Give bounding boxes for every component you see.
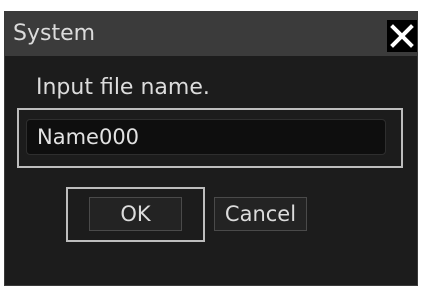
cancel-button[interactable]: Cancel	[214, 197, 307, 231]
dialog-titlebar: System	[5, 12, 417, 56]
input-prompt-label: Input file name.	[36, 75, 210, 100]
file-name-input[interactable]	[26, 119, 386, 155]
ok-button[interactable]: OK	[89, 197, 182, 231]
close-x-icon	[390, 24, 414, 48]
close-button[interactable]	[387, 20, 417, 52]
dialog-title: System	[13, 21, 96, 46]
system-dialog: System Input file name. OK Cancel	[4, 11, 418, 286]
